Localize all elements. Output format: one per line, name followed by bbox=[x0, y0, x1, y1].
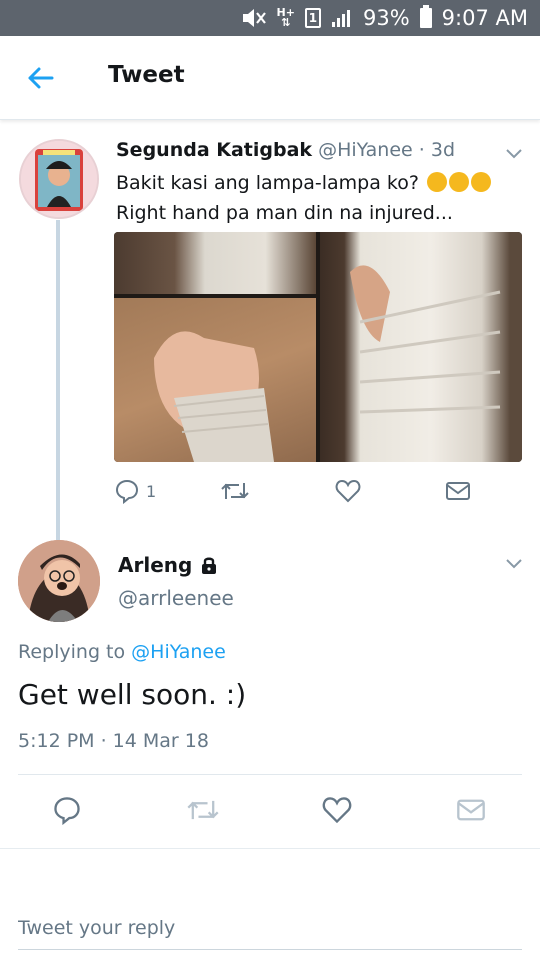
envelope-icon bbox=[446, 482, 470, 500]
author-handle[interactable]: @arrleenee bbox=[118, 586, 234, 610]
author-name[interactable]: Arleng bbox=[118, 553, 192, 577]
media-photo[interactable] bbox=[320, 232, 522, 462]
message-button[interactable] bbox=[445, 476, 471, 506]
divider bbox=[18, 774, 522, 775]
retweet-button[interactable] bbox=[220, 476, 250, 506]
reply-icon bbox=[115, 479, 139, 504]
thread-connector bbox=[56, 220, 60, 540]
signal-icon bbox=[331, 8, 353, 28]
frowning-face-emoji-icon bbox=[427, 172, 448, 192]
mute-icon bbox=[241, 8, 267, 28]
reply-button[interactable]: 1 bbox=[114, 476, 156, 506]
author-name-row: Arleng bbox=[118, 553, 218, 577]
page-title: Tweet bbox=[108, 62, 185, 88]
battery-percent: 93% bbox=[362, 6, 410, 30]
media-photo[interactable] bbox=[114, 298, 316, 462]
clock: 9:07 AM bbox=[441, 6, 528, 30]
tweet-actions bbox=[0, 790, 540, 830]
status-bar: H+ ⇅ 1 93% 9:07 AM bbox=[0, 0, 540, 36]
sim-icon: 1 bbox=[304, 8, 321, 28]
media-photo[interactable] bbox=[114, 232, 316, 294]
tweet-text: Get well soon. :) bbox=[18, 678, 247, 711]
arrow-left-icon bbox=[28, 67, 54, 89]
avatar[interactable] bbox=[19, 139, 99, 219]
heart-icon bbox=[335, 479, 361, 503]
battery-icon bbox=[419, 5, 432, 28]
retweet-button[interactable] bbox=[186, 795, 220, 825]
lock-icon bbox=[202, 557, 217, 574]
reply-input[interactable] bbox=[18, 906, 522, 950]
envelope-icon bbox=[457, 799, 485, 821]
author-name[interactable]: Segunda Katigbak bbox=[116, 139, 312, 161]
tweet-timestamp: 5:12 PM · 14 Mar 18 bbox=[18, 730, 209, 752]
frowning-face-emoji-icon bbox=[449, 172, 470, 192]
avatar[interactable] bbox=[18, 540, 100, 622]
like-button[interactable] bbox=[335, 476, 361, 506]
tweet-header: Segunda Katigbak @HiYanee · 3d bbox=[116, 139, 456, 161]
mention-link[interactable]: @HiYanee bbox=[131, 641, 226, 663]
retweet-icon bbox=[187, 800, 219, 820]
chevron-down-icon[interactable] bbox=[504, 553, 524, 573]
status-icons: H+ ⇅ 1 93% 9:07 AM bbox=[241, 5, 528, 31]
reply-count: 1 bbox=[146, 481, 157, 501]
tweet-media[interactable] bbox=[114, 232, 522, 462]
chevron-down-icon[interactable] bbox=[504, 143, 524, 163]
replying-to: Replying to @HiYanee bbox=[18, 641, 226, 663]
app-bar: Tweet bbox=[0, 36, 540, 120]
tweet-age: 3d bbox=[430, 139, 456, 161]
back-button[interactable] bbox=[20, 58, 60, 98]
frowning-face-emoji-icon bbox=[471, 172, 492, 192]
tweet-text: Bakit kasi ang lampa-lampa ko? Right han… bbox=[116, 168, 516, 228]
network-type-icon: H+ ⇅ bbox=[276, 6, 295, 29]
retweet-icon bbox=[221, 483, 249, 499]
message-button[interactable] bbox=[456, 795, 486, 825]
reply-button[interactable] bbox=[52, 795, 82, 825]
reply-icon bbox=[54, 797, 80, 825]
section-separator bbox=[0, 848, 540, 890]
heart-icon bbox=[322, 797, 352, 824]
author-handle[interactable]: @HiYanee bbox=[318, 139, 413, 161]
tweet-actions: 1 bbox=[114, 476, 524, 506]
like-button[interactable] bbox=[322, 795, 352, 825]
